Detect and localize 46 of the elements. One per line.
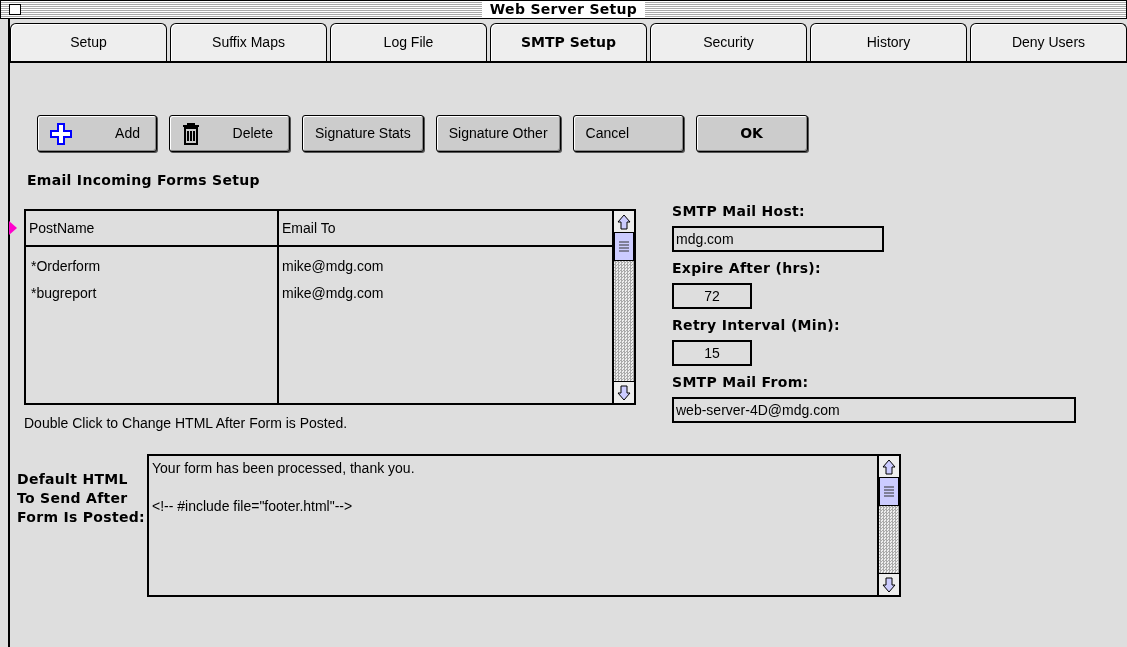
column-header: Email To	[279, 211, 612, 247]
button[interactable]: Signature Other	[435, 115, 561, 152]
section-title: Email Incoming Forms Setup	[27, 171, 261, 190]
field-label: SMTP Mail Host:	[672, 202, 806, 221]
window-title: Web Server Setup	[481, 1, 646, 18]
input-field[interactable]: 15	[672, 340, 752, 366]
row-pointer-icon	[9, 221, 17, 235]
button[interactable]: Delete	[169, 115, 290, 152]
down-arrow-icon[interactable]	[882, 576, 896, 593]
table-cell[interactable]: *Orderform	[29, 253, 274, 280]
hint-text: Double Click to Change HTML After Form is Posted.	[24, 414, 349, 433]
input-field[interactable]: web-server-4D@mdg.com	[672, 397, 1076, 423]
tab[interactable]: Security	[650, 23, 807, 61]
tab[interactable]: Log File	[330, 23, 487, 61]
trash-icon	[182, 122, 200, 145]
text-line: Your form has been processed, thank you.	[152, 459, 416, 478]
field-label: Retry Interval (Min):	[672, 316, 841, 335]
table-cell[interactable]: *bugreport	[29, 280, 274, 307]
button[interactable]: OK	[695, 115, 808, 152]
html-text-area[interactable]: Your form has been processed, thank you. <!-- #include file="footer.html"-->	[147, 454, 901, 597]
tab[interactable]: Deny Users	[970, 23, 1127, 61]
input-field[interactable]: mdg.com	[672, 226, 884, 252]
button[interactable]: Cancel	[572, 115, 684, 152]
input-field[interactable]: 72	[672, 283, 752, 309]
text-line: <!-- #include file="footer.html"-->	[152, 497, 354, 516]
button[interactable]: Signature Stats	[302, 115, 424, 152]
up-arrow-icon[interactable]	[882, 458, 896, 475]
tab[interactable]: Suffix Maps	[170, 23, 327, 61]
tab[interactable]: SMTP Setup	[490, 23, 647, 61]
table-cell[interactable]: mike@mdg.com	[282, 253, 609, 280]
up-arrow-icon[interactable]	[617, 213, 631, 230]
scroll-bar[interactable]	[612, 211, 634, 403]
field-label: Default HTML To Send After Form Is Posted:	[17, 470, 146, 527]
button[interactable]: Add	[37, 115, 157, 152]
column-header: PostName	[26, 211, 279, 247]
tab[interactable]: Setup	[10, 23, 167, 61]
tab[interactable]: History	[810, 23, 967, 61]
field-label: Expire After (hrs):	[672, 259, 822, 278]
grip-icon[interactable]	[618, 239, 630, 254]
grip-icon[interactable]	[883, 484, 895, 499]
scroll-bar[interactable]	[877, 456, 899, 595]
plus-icon	[50, 122, 72, 145]
close-box[interactable]	[9, 4, 21, 15]
down-arrow-icon[interactable]	[617, 384, 631, 401]
table-cell[interactable]: mike@mdg.com	[282, 280, 609, 307]
field-label: SMTP Mail From:	[672, 373, 810, 392]
